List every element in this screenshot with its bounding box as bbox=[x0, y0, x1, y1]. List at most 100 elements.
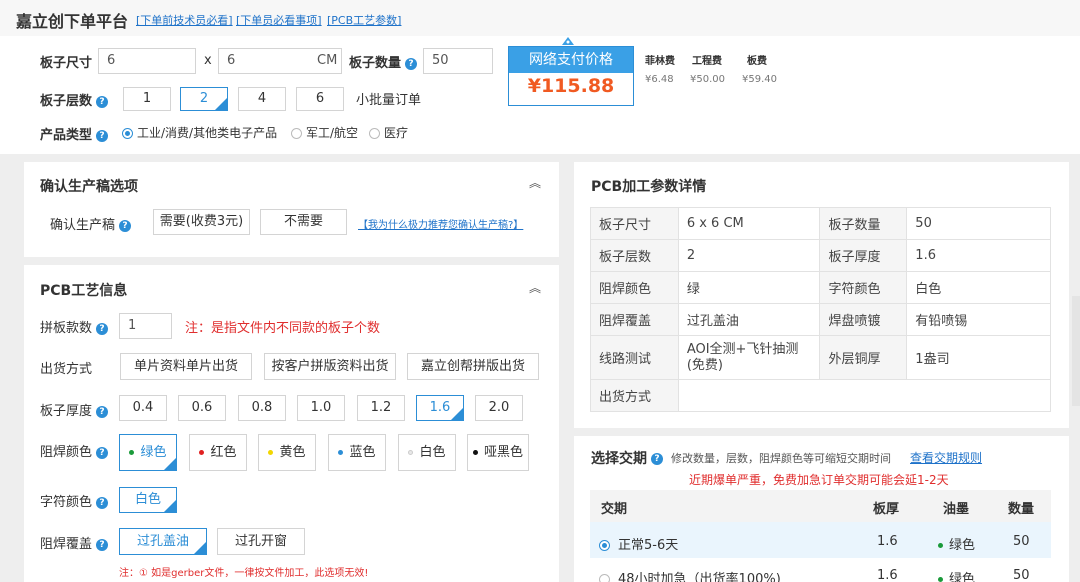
help-icon[interactable]: ? bbox=[651, 453, 663, 465]
qty-label: 板子数量? bbox=[349, 52, 418, 71]
layer-option-2[interactable]: 2 bbox=[180, 87, 228, 112]
delivery-ink: 绿色 bbox=[938, 568, 975, 582]
help-icon[interactable]: ? bbox=[96, 322, 109, 335]
delivery-warning: 近期爆单严重，免费加急订单交期可能会延1-2天 bbox=[689, 473, 949, 487]
radio-selected-icon bbox=[599, 540, 610, 551]
delivery-table-header bbox=[590, 490, 1051, 522]
panel-count-input[interactable]: 1 bbox=[119, 313, 172, 339]
layer-option-6[interactable]: 6 bbox=[296, 87, 344, 111]
link-orderer-notes[interactable]: [下单员必看事项] bbox=[236, 12, 322, 28]
type-option-consumer[interactable]: 工业/消费/其他类电子产品 bbox=[122, 124, 277, 141]
type-option-medical[interactable]: 医疗 bbox=[369, 124, 408, 141]
product-type-label: 产品类型? bbox=[40, 124, 109, 143]
param-key: 出货方式 bbox=[590, 379, 679, 412]
cover-option-tented[interactable]: 过孔盖油 bbox=[119, 528, 207, 556]
confirm-option-need[interactable]: 需要(收费3元) bbox=[153, 209, 250, 235]
param-value: 1盎司 bbox=[906, 335, 1051, 380]
param-value: 过孔盖油 bbox=[677, 303, 821, 336]
delivery-rule-link[interactable]: 查看交期规则 bbox=[910, 449, 982, 466]
mask-option-matte-black[interactable]: 哑黑色 bbox=[467, 434, 529, 471]
cover-option-open[interactable]: 过孔开窗 bbox=[217, 528, 305, 555]
param-value: 白色 bbox=[906, 271, 1051, 304]
price-box: 网络支付价格 ¥115.88 bbox=[508, 46, 634, 106]
thickness-option-0.6[interactable]: 0.6 bbox=[178, 395, 226, 421]
confirm-why-link[interactable]: 【我为什么极力推荐您确认生产稿?】 bbox=[358, 216, 523, 231]
thickness-option-1.6[interactable]: 1.6 bbox=[416, 395, 464, 422]
layers-label: 板子层数? bbox=[40, 90, 109, 109]
collapse-icon[interactable]: ︽ bbox=[529, 174, 541, 191]
size-width-input[interactable]: 6 bbox=[98, 48, 196, 74]
color-dot-icon bbox=[268, 450, 274, 455]
thickness-option-1.0[interactable]: 1.0 bbox=[297, 395, 345, 421]
thickness-option-1.2[interactable]: 1.2 bbox=[357, 395, 405, 421]
panel-count-note: 注：是指文件内不同款的板子个数 bbox=[185, 321, 381, 336]
color-dot-icon bbox=[408, 450, 414, 455]
param-value: 6 x 6 CM bbox=[677, 207, 821, 240]
param-key: 板子厚度 bbox=[819, 239, 908, 272]
size-x-separator: x bbox=[204, 53, 212, 68]
delivery-hint: 修改数量，层数，阻焊颜色等可缩短交期时间 bbox=[671, 452, 891, 465]
cover-note: 注：① 如是gerber文件，一律按文件加工，此选项无效! bbox=[119, 568, 369, 579]
radio-selected-icon bbox=[122, 128, 133, 139]
radio-icon bbox=[291, 128, 302, 139]
param-value: 1.6 bbox=[906, 239, 1051, 272]
help-icon[interactable]: ? bbox=[96, 538, 109, 551]
delivery-thickness: 1.6 bbox=[877, 534, 898, 549]
col-header-thickness: 板厚 bbox=[873, 502, 900, 517]
mask-option-red[interactable]: 红色 bbox=[189, 434, 247, 471]
type-option-military[interactable]: 军工/航空 bbox=[291, 124, 358, 141]
thickness-label: 板子厚度? bbox=[40, 400, 109, 419]
col-header-lead-time: 交期 bbox=[601, 502, 628, 517]
thickness-option-2.0[interactable]: 2.0 bbox=[475, 395, 523, 421]
price-tag-icon bbox=[562, 36, 574, 46]
help-icon[interactable]: ? bbox=[96, 496, 109, 509]
help-icon[interactable]: ? bbox=[119, 219, 132, 232]
ship-label: 出货方式 bbox=[40, 362, 93, 377]
brand-title: 嘉立创下单平台 bbox=[16, 12, 129, 31]
thickness-option-0.8[interactable]: 0.8 bbox=[238, 395, 286, 421]
help-icon[interactable]: ? bbox=[96, 405, 109, 418]
qty-input[interactable]: 50 bbox=[423, 48, 493, 74]
param-key: 焊盘喷镀 bbox=[819, 303, 908, 336]
layer-option-1[interactable]: 1 bbox=[123, 87, 171, 111]
confirm-option-no-need[interactable]: 不需要 bbox=[260, 209, 347, 235]
ship-option-customer-panel[interactable]: 按客户拼版资料出货 bbox=[264, 353, 396, 380]
param-value: 50 bbox=[906, 207, 1051, 240]
mask-option-green[interactable]: 绿色 bbox=[119, 434, 177, 472]
delivery-option-normal[interactable]: 正常5-6天 bbox=[599, 534, 678, 553]
fee-label-film: 菲林费 bbox=[645, 56, 675, 67]
delivery-title: 选择交期? bbox=[591, 448, 663, 468]
color-dot-icon bbox=[338, 450, 344, 455]
delivery-option-48h[interactable]: 48小时加急（出货率100%) bbox=[599, 568, 781, 582]
param-value: 绿 bbox=[677, 271, 821, 304]
confirm-row-label: 确认生产稿? bbox=[50, 214, 132, 233]
mask-option-blue[interactable]: 蓝色 bbox=[328, 434, 386, 471]
price-head: 网络支付价格 bbox=[509, 47, 633, 73]
mask-option-yellow[interactable]: 黄色 bbox=[258, 434, 316, 471]
silk-option-white[interactable]: 白色 bbox=[119, 487, 177, 514]
help-icon[interactable]: ? bbox=[96, 129, 109, 142]
layer-option-4[interactable]: 4 bbox=[238, 87, 286, 111]
col-header-qty: 数量 bbox=[1008, 502, 1035, 517]
panel-count-label: 拼板款数? bbox=[40, 317, 109, 336]
param-key: 外层铜厚 bbox=[819, 335, 908, 380]
collapse-icon[interactable]: ︽ bbox=[529, 279, 541, 296]
param-value: 2 bbox=[677, 239, 821, 272]
help-icon[interactable]: ? bbox=[405, 57, 418, 70]
radio-icon bbox=[369, 128, 380, 139]
fee-value-film: ¥6.48 bbox=[645, 74, 674, 85]
help-icon[interactable]: ? bbox=[96, 95, 109, 108]
right-scroll-strip[interactable] bbox=[1072, 296, 1080, 406]
delivery-qty: 50 bbox=[1013, 568, 1030, 582]
ship-option-single[interactable]: 单片资料单片出货 bbox=[120, 353, 252, 380]
help-icon[interactable]: ? bbox=[96, 446, 109, 459]
ship-option-jlc-panel[interactable]: 嘉立创帮拼版出货 bbox=[407, 353, 539, 380]
link-tech-must-read[interactable]: [下单前技术员必看] bbox=[136, 12, 233, 28]
fee-label-board: 板费 bbox=[747, 56, 767, 67]
link-pcb-params[interactable]: [PCB工艺参数] bbox=[327, 12, 401, 28]
radio-icon bbox=[599, 574, 610, 582]
thickness-option-0.4[interactable]: 0.4 bbox=[119, 395, 167, 421]
mask-option-white[interactable]: 白色 bbox=[398, 434, 456, 471]
size-label: 板子尺寸 bbox=[40, 56, 93, 71]
param-key: 阻焊颜色 bbox=[590, 271, 679, 304]
